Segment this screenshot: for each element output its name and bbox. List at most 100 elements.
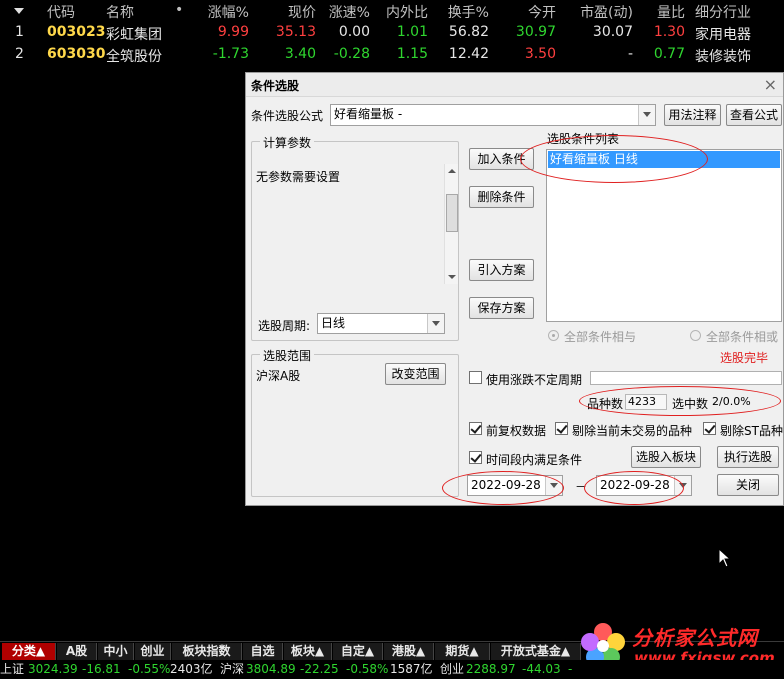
time-range-checkbox[interactable] [469, 451, 482, 464]
logo-text: 分析家公式网 [632, 626, 758, 650]
period-label: 选股周期: [258, 319, 311, 333]
col-price[interactable]: 现价 [270, 2, 316, 22]
date-from-picker[interactable]: 2022-09-28 [467, 475, 563, 496]
tab-gem[interactable]: 创业 [135, 643, 171, 660]
chevron-down-icon[interactable] [638, 105, 655, 125]
col-volume-ratio[interactable]: 量比 [645, 2, 685, 22]
hs-index-value: 3804.89 [246, 662, 296, 676]
col-open[interactable]: 今开 [510, 2, 556, 22]
exclude-untraded-label: 剔除当前未交易的品种 [572, 424, 693, 438]
col-turnover[interactable]: 换手% [441, 2, 489, 22]
sh-index-amount: 2403亿 [170, 662, 213, 676]
tab-custom[interactable]: 自定▲ [333, 643, 383, 660]
index-status-bar: 上证 3024.39 -16.81 -0.55% 2403亿 沪深 3804.8… [0, 660, 784, 679]
tab-sme[interactable]: 中小 [98, 643, 134, 660]
table-header: 代码 名称 • 涨幅% 现价 涨速% 内外比 换手% 今开 市盈(动) 量比 细… [0, 0, 784, 22]
close-button[interactable]: 关闭 [717, 474, 779, 496]
tab-sector-index[interactable]: 板块指数 [172, 643, 242, 660]
dialog-titlebar[interactable]: 条件选股 × [246, 73, 783, 97]
selected-label: 选中数 [672, 397, 709, 411]
period-value: 日线 [321, 316, 346, 330]
industry: 家用电器 [695, 27, 751, 43]
count-label: 品种数 [587, 397, 624, 411]
tab-a-share[interactable]: A股 [57, 643, 97, 660]
usage-button[interactable]: 用法注释 [664, 104, 721, 126]
pe: - [627, 46, 633, 62]
add-condition-button[interactable]: 加入条件 [469, 148, 534, 170]
mouse-pointer-icon [718, 548, 732, 568]
col-change-pct[interactable]: 涨幅% [200, 2, 249, 22]
list-item[interactable]: 好看缩量板 日线 [548, 151, 780, 168]
formula-value: 好看缩量板 - [334, 107, 403, 121]
to-block-button[interactable]: 选股入板块 [631, 446, 701, 468]
tab-category[interactable]: 分类▲ [2, 643, 56, 660]
turnover: 12.42 [448, 46, 489, 62]
scroll-up-icon[interactable] [448, 169, 456, 173]
period-select[interactable]: 日线 [317, 313, 445, 334]
table-row[interactable]: 1 003023 彩虹集团 9.99 35.13 0.00 1.01 56.82… [0, 22, 784, 44]
save-plan-button[interactable]: 保存方案 [469, 297, 534, 319]
close-icon[interactable]: × [764, 75, 777, 94]
params-text: 无参数需要设置 [256, 170, 341, 184]
radio-and-label: 全部条件相与 [564, 330, 637, 344]
chevron-down-icon[interactable] [427, 314, 444, 333]
done-status: 选股完毕 [720, 351, 769, 365]
in-out-ratio: 1.15 [396, 46, 428, 62]
col-industry[interactable]: 细分行业 [695, 2, 751, 22]
execute-button[interactable]: 执行选股 [717, 446, 779, 468]
delete-condition-button[interactable]: 删除条件 [469, 186, 534, 208]
use-volatile-period-label: 使用涨跌不定周期 [486, 373, 583, 387]
condition-list[interactable]: 好看缩量板 日线 [546, 149, 782, 322]
sort-down-icon[interactable] [14, 8, 24, 14]
sh-index-change: -16.81 [82, 662, 121, 676]
stock-screener-dialog: 条件选股 × 条件选股公式 好看缩量板 - 用法注释 查看公式 计算参数 无参数… [245, 72, 784, 506]
tab-watchlist[interactable]: 自选 [243, 643, 283, 660]
count-value: 4233 [628, 395, 656, 408]
tab-hk[interactable]: 港股▲ [384, 643, 434, 660]
prev-adjust-checkbox[interactable] [469, 422, 482, 435]
use-volatile-period-checkbox[interactable] [469, 371, 482, 384]
pe: 30.07 [592, 24, 633, 40]
tab-sector[interactable]: 板块▲ [284, 643, 332, 660]
scroll-down-icon[interactable] [448, 275, 456, 279]
exclude-st-checkbox[interactable] [703, 422, 716, 435]
params-group-label: 计算参数 [260, 134, 315, 151]
radio-and[interactable] [548, 330, 559, 341]
import-plan-button[interactable]: 引入方案 [469, 259, 534, 281]
tab-open-fund[interactable]: 开放式基金▲ [491, 643, 581, 660]
cy-index-value: 2288.97 [466, 662, 516, 676]
time-range-label: 时间段内满足条件 [486, 453, 583, 467]
open-price: 30.97 [515, 24, 556, 40]
change-pct: -1.73 [212, 46, 249, 62]
view-formula-button[interactable]: 查看公式 [726, 104, 782, 126]
tab-futures[interactable]: 期货▲ [435, 643, 490, 660]
col-name[interactable]: 名称 [106, 2, 134, 22]
industry: 装修装饰 [695, 49, 751, 65]
turnover: 56.82 [448, 24, 489, 40]
stock-name: 彩虹集团 [106, 27, 162, 43]
date-from-value: 2022-09-28 [471, 478, 541, 492]
exclude-st-label: 剔除ST品种 [720, 424, 783, 438]
table-row[interactable]: 2 603030 全筑股份 -1.73 3.40 -0.28 1.15 12.4… [0, 44, 784, 66]
stock-name: 全筑股份 [106, 49, 162, 65]
col-dot: • [175, 2, 184, 18]
scroll-thumb[interactable] [446, 194, 458, 232]
col-speed[interactable]: 涨速% [320, 2, 370, 22]
chevron-down-icon[interactable] [674, 476, 691, 495]
radio-or[interactable] [690, 330, 701, 341]
stock-code: 003023 [47, 24, 106, 40]
volume-ratio: 1.30 [653, 24, 685, 40]
params-scrollbar[interactable] [444, 164, 458, 284]
speed: 0.00 [338, 24, 370, 40]
change-range-button[interactable]: 改变范围 [385, 363, 446, 385]
exclude-untraded-checkbox[interactable] [555, 422, 568, 435]
chevron-down-icon[interactable] [545, 476, 562, 495]
col-pe[interactable]: 市盈(动) [570, 2, 633, 22]
cy-index-tail: - [568, 662, 573, 676]
col-in-out-ratio[interactable]: 内外比 [376, 2, 428, 22]
selected-field: 2/0.0% [709, 394, 771, 410]
date-to-picker[interactable]: 2022-09-28 [596, 475, 692, 496]
volume-ratio: 0.77 [653, 46, 685, 62]
col-code[interactable]: 代码 [47, 2, 75, 22]
formula-select[interactable]: 好看缩量板 - [330, 104, 656, 126]
